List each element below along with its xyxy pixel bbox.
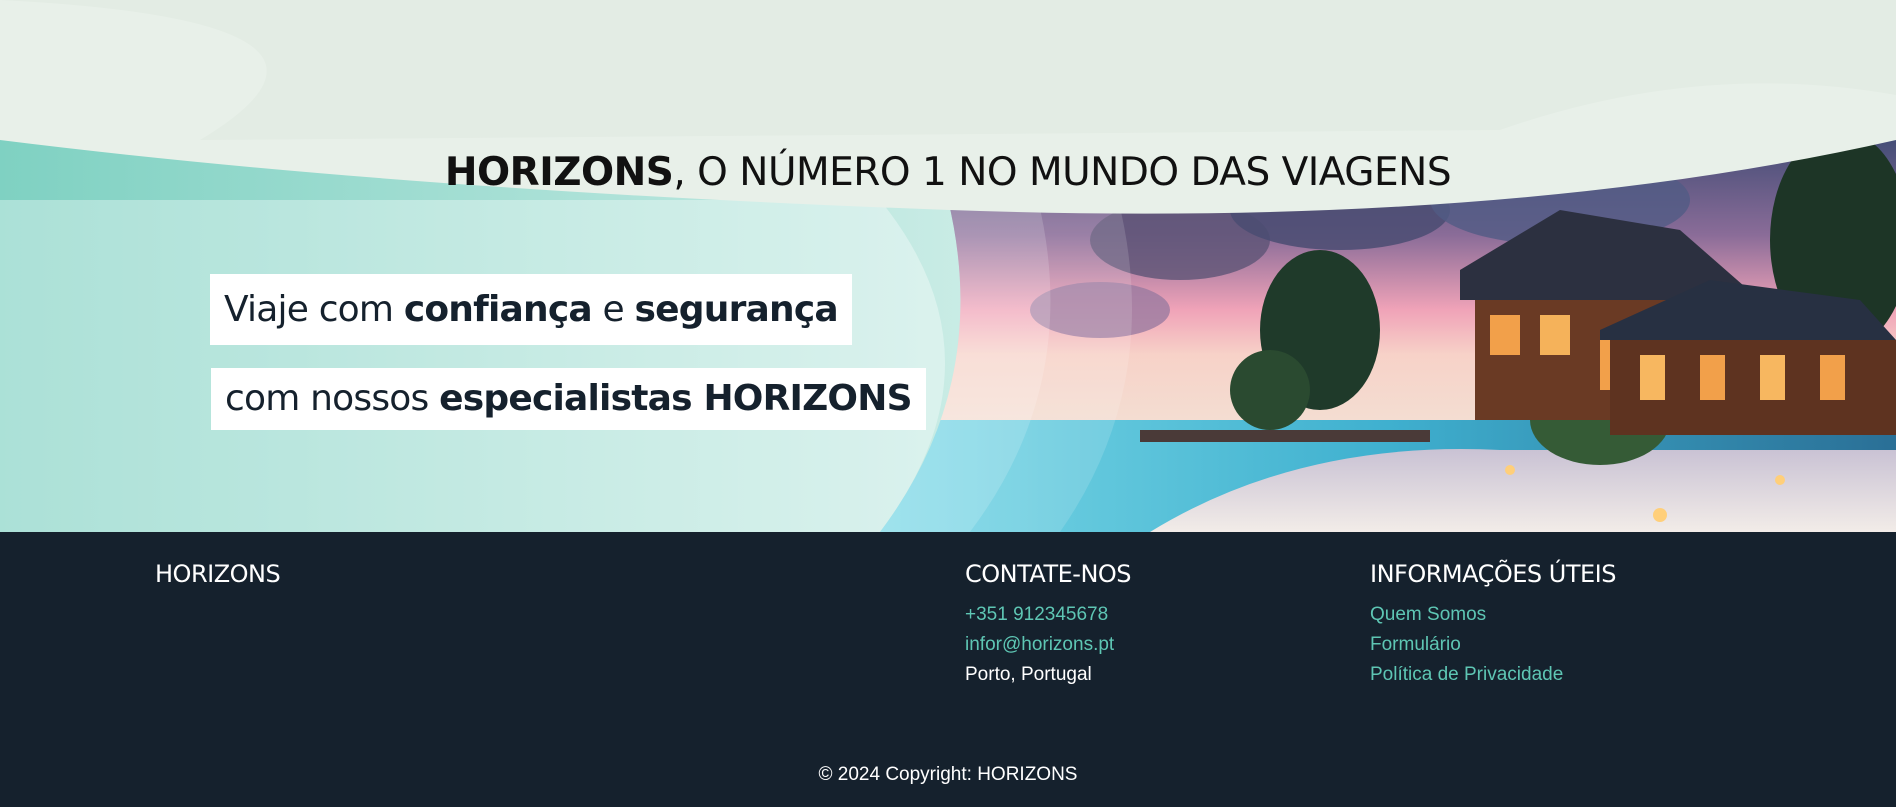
phone-link[interactable]: +351 912345678	[965, 600, 1131, 630]
site-footer: HORIZONS CONTATE-NOS +351 912345678 info…	[0, 532, 1896, 807]
tagline-text: e	[591, 289, 635, 330]
footer-info-column: INFORMAÇÕES ÚTEIS Quem Somos Formulário …	[1370, 560, 1616, 690]
info-heading: INFORMAÇÕES ÚTEIS	[1370, 560, 1616, 588]
hero-headline: HORIZONS, O NÚMERO 1 NO MUNDO DAS VIAGEN…	[0, 150, 1896, 195]
location-text: Porto, Portugal	[965, 664, 1092, 685]
footer-brand: HORIZONS	[155, 560, 281, 588]
headline-text: , O NÚMERO 1 NO MUNDO DAS VIAGENS	[673, 150, 1452, 195]
tagline-specialists: com nossos especialistas HORIZONS	[211, 368, 926, 430]
tagline-bold: segurança	[634, 289, 839, 330]
hero-banner: HORIZONS, O NÚMERO 1 NO MUNDO DAS VIAGEN…	[0, 0, 1896, 532]
link-quem-somos[interactable]: Quem Somos	[1370, 600, 1616, 630]
copyright-text: © 2024 Copyright: HORIZONS	[818, 764, 1078, 785]
contact-heading: CONTATE-NOS	[965, 560, 1132, 588]
tagline-text: com nossos	[225, 378, 440, 419]
tagline-text: Viaje com	[224, 289, 404, 330]
footer-brand-column: HORIZONS	[155, 560, 281, 600]
link-privacy-policy[interactable]: Política de Privacidade	[1370, 660, 1616, 690]
link-formulario[interactable]: Formulário	[1370, 630, 1616, 660]
footer-contact-column: CONTATE-NOS +351 912345678 infor@horizon…	[965, 560, 1132, 690]
tagline-bold: confiança	[403, 289, 593, 330]
tagline-bold: especialistas HORIZONS	[439, 378, 912, 419]
hero-background	[0, 0, 1896, 532]
email-link[interactable]: infor@horizons.pt	[965, 630, 1131, 660]
headline-brand: HORIZONS	[444, 150, 674, 195]
tagline-confidence: Viaje com confiança e segurança	[210, 274, 852, 345]
